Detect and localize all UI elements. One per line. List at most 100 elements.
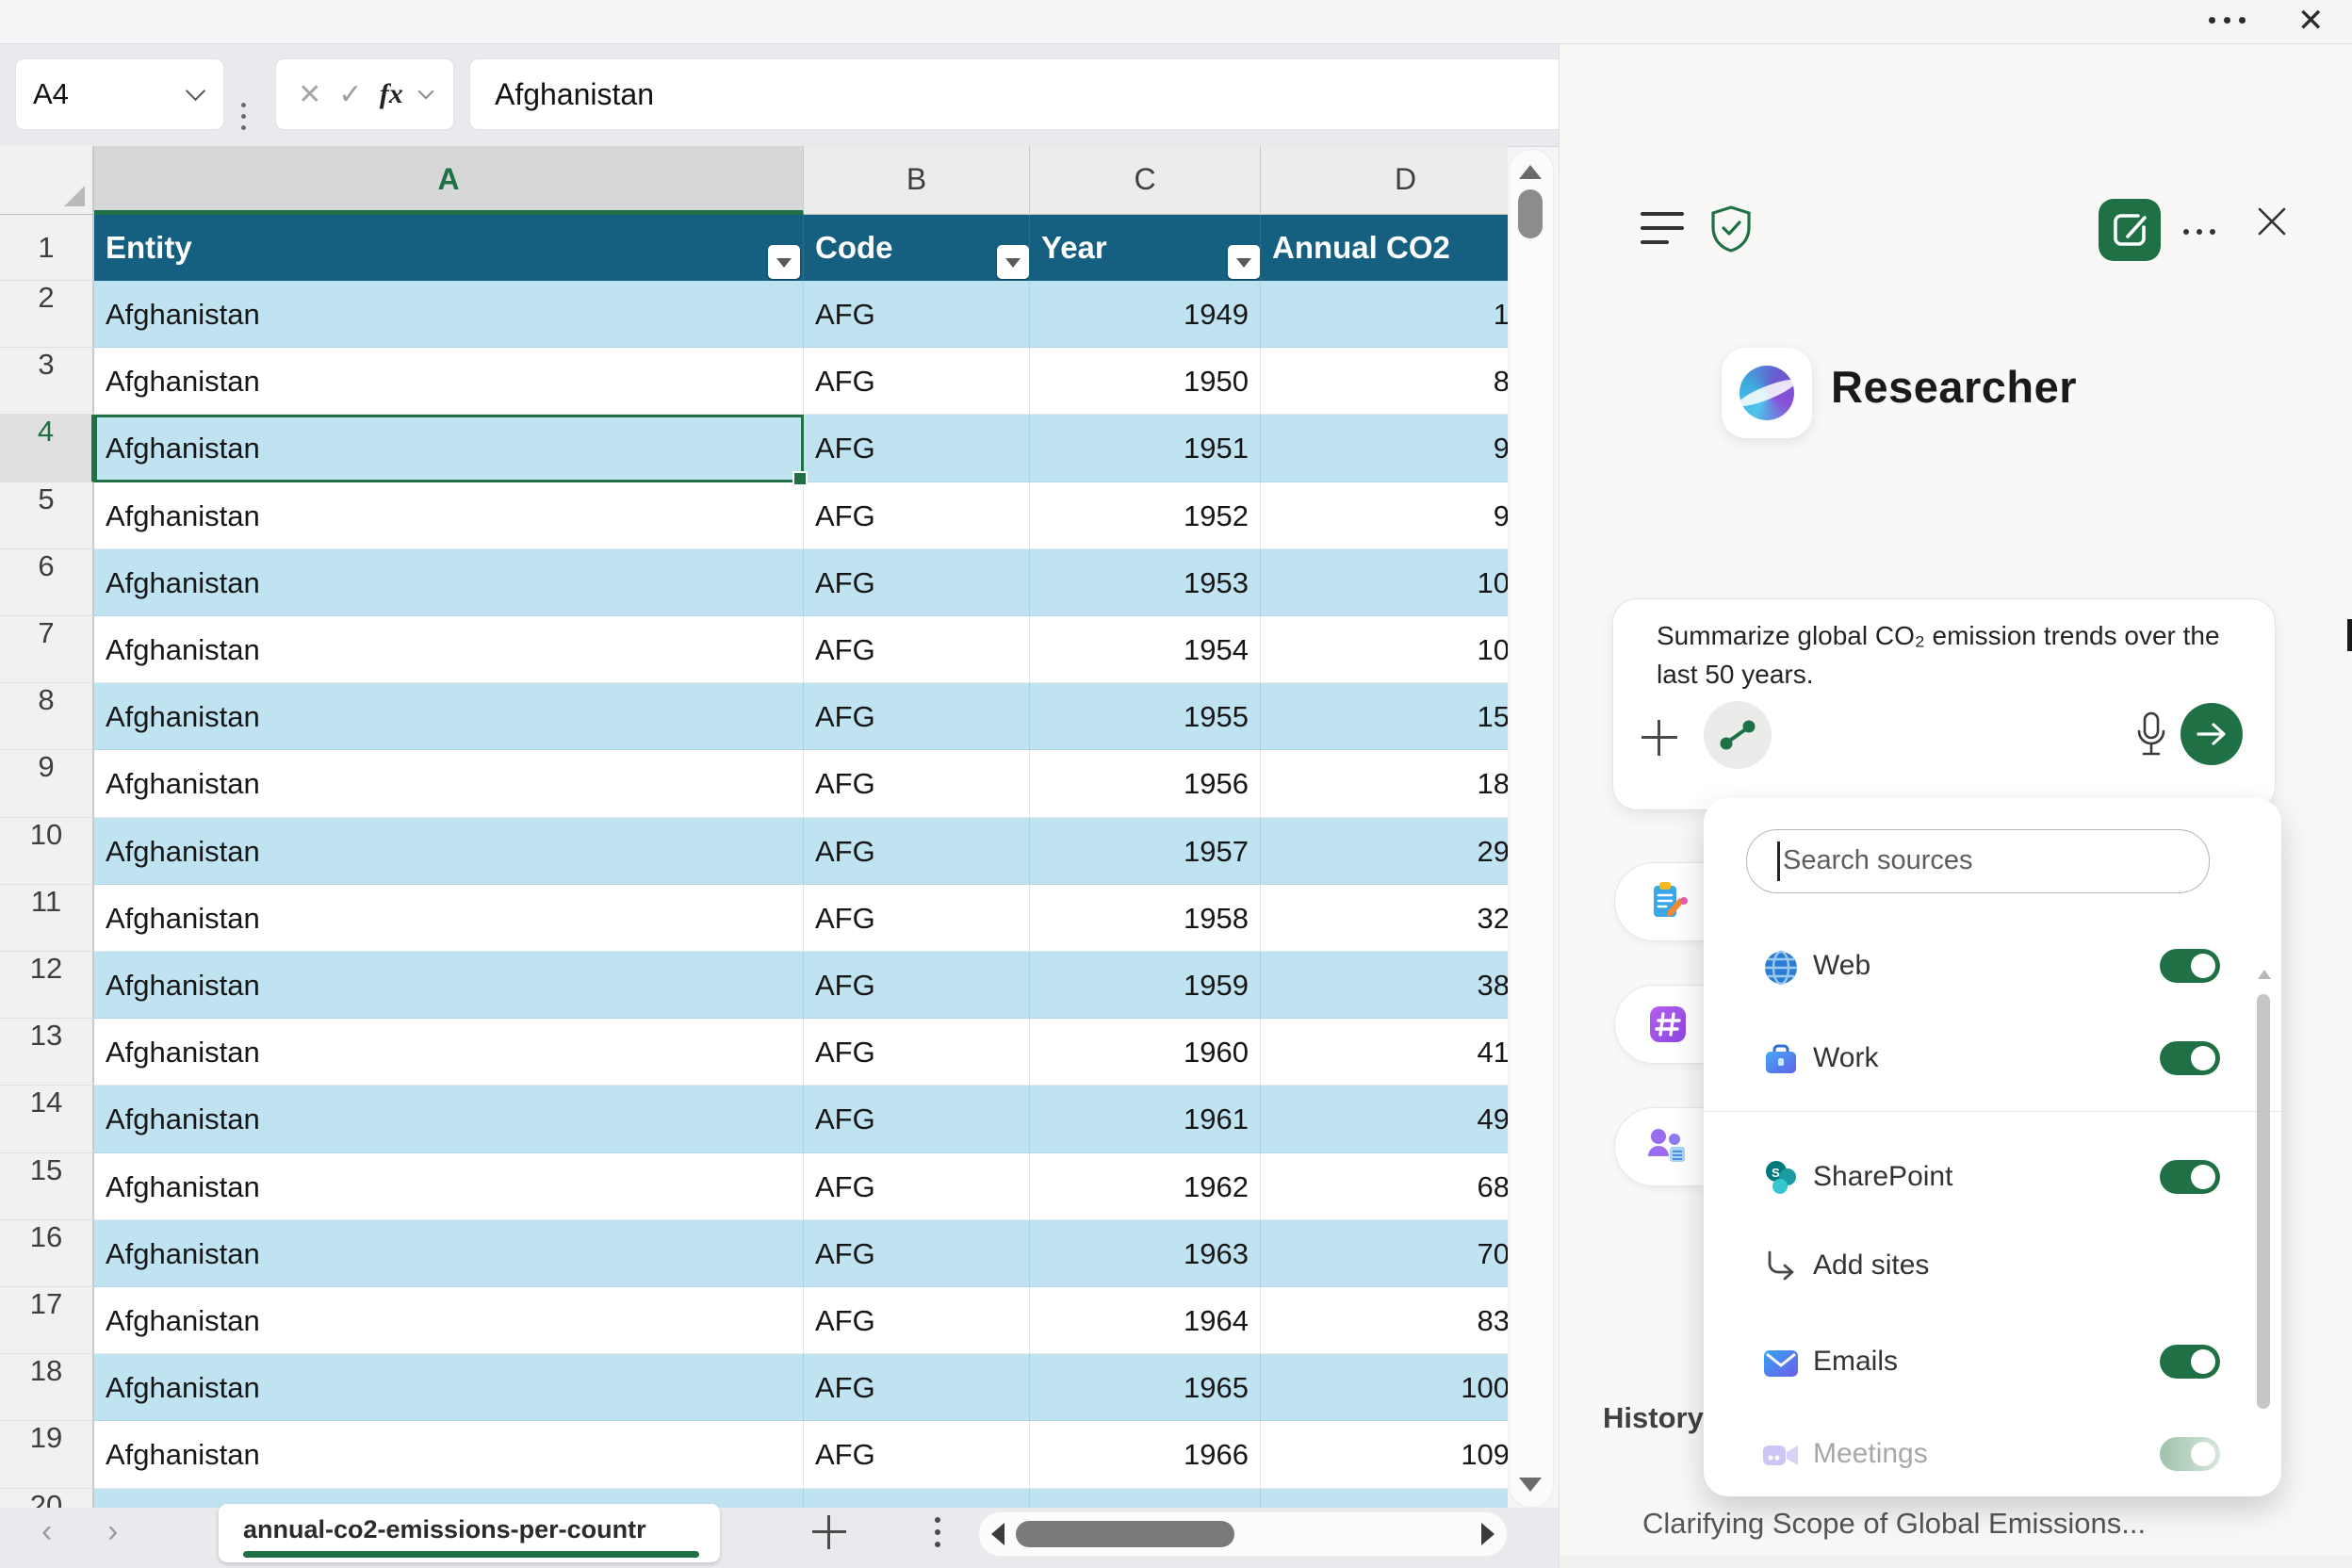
cell-annual-co2[interactable]: 707712: [1261, 1219, 1508, 1287]
column-header-d[interactable]: D: [1261, 146, 1508, 215]
sources-chip[interactable]: [1704, 701, 1772, 769]
header-annual-co2[interactable]: Annual CO2: [1261, 215, 1508, 281]
row-number[interactable]: 1: [0, 215, 94, 281]
cell-annual-co2[interactable]: 14656: [1261, 281, 1508, 349]
filter-icon-entity[interactable]: [768, 245, 800, 279]
cell-code[interactable]: AFG: [804, 548, 1030, 616]
cell-code[interactable]: AFG: [804, 415, 1030, 482]
row-number[interactable]: 12: [0, 952, 94, 1020]
cell-year[interactable]: 1963: [1030, 1219, 1261, 1287]
cell-year[interactable]: 1954: [1030, 616, 1261, 684]
cell-entity[interactable]: Afghanistan: [94, 1287, 804, 1355]
cell-annual-co2[interactable]: 689392: [1261, 1152, 1508, 1220]
edge-scroll-indicator[interactable]: [2347, 619, 2352, 651]
cell-code[interactable]: AFG: [804, 750, 1030, 818]
chevron-down-icon[interactable]: [185, 80, 206, 102]
cell-code[interactable]: AFG: [804, 1219, 1030, 1287]
cell-annual-co2[interactable]: 329520: [1261, 884, 1508, 952]
scrollbar-thumb[interactable]: [1016, 1521, 1234, 1547]
cell-code[interactable]: AFG: [804, 616, 1030, 684]
source-item-sharepoint[interactable]: S SharePoint: [1726, 1143, 2235, 1211]
source-item-meetings[interactable]: Meetings: [1726, 1420, 2235, 1488]
add-sheet-icon[interactable]: [812, 1515, 846, 1549]
cell-annual-co2[interactable]: 183024: [1261, 750, 1508, 818]
row-number[interactable]: 13: [0, 1019, 94, 1086]
microphone-icon[interactable]: [2133, 710, 2169, 762]
cell-annual-co2[interactable]: 292656: [1261, 817, 1508, 885]
insert-function-icon[interactable]: fx: [380, 78, 403, 110]
cell-code[interactable]: AFG: [804, 952, 1030, 1020]
cell-annual-co2[interactable]: 414368: [1261, 1019, 1508, 1086]
cell-entity[interactable]: Afghanistan: [94, 616, 804, 684]
cell-year[interactable]: [1030, 1488, 1261, 1508]
scrollbar-thumb[interactable]: [2257, 994, 2270, 1409]
cell-annual-co2[interactable]: 91600: [1261, 415, 1508, 482]
filter-icon-code[interactable]: [997, 245, 1029, 279]
toggle-switch[interactable]: [2160, 949, 2220, 983]
cell-year[interactable]: 1957: [1030, 817, 1261, 885]
cell-annual-co2[interactable]: 84272: [1261, 348, 1508, 416]
cell-entity[interactable]: Afghanistan: [94, 348, 804, 416]
cell-code[interactable]: AFG: [804, 482, 1030, 549]
cell-annual-co2[interactable]: 106256: [1261, 616, 1508, 684]
cell-annual-co2[interactable]: 381328: [1261, 952, 1508, 1020]
header-code[interactable]: Code: [804, 215, 1030, 281]
enter-icon[interactable]: ✓: [338, 78, 362, 111]
dropdown-scrollbar[interactable]: [2257, 970, 2271, 1437]
row-number[interactable]: 11: [0, 884, 94, 952]
cell-year[interactable]: 1966: [1030, 1421, 1261, 1489]
window-more-icon[interactable]: [2209, 17, 2246, 24]
cell-year[interactable]: 1959: [1030, 952, 1261, 1020]
header-entity[interactable]: Entity: [94, 215, 804, 281]
row-number[interactable]: 14: [0, 1086, 94, 1153]
fill-handle[interactable]: [792, 471, 808, 486]
cell-year[interactable]: 1962: [1030, 1152, 1261, 1220]
column-header-c[interactable]: C: [1030, 146, 1261, 215]
cell-code[interactable]: AFG: [804, 1019, 1030, 1086]
cell-code[interactable]: AFG: [804, 1086, 1030, 1153]
cell-code[interactable]: AFG: [804, 683, 1030, 751]
panel-more-icon[interactable]: [2183, 229, 2215, 235]
sheet-options-kebab-icon[interactable]: [935, 1517, 940, 1547]
cell-code[interactable]: AFG: [804, 1152, 1030, 1220]
cell-entity[interactable]: Afghanistan: [94, 1086, 804, 1153]
cell-entity[interactable]: Afghanistan: [94, 1019, 804, 1086]
cell-annual-co2[interactable]: 1091696: [1261, 1421, 1508, 1489]
source-item-add-sites[interactable]: Add sites: [1726, 1232, 2235, 1299]
cell-year[interactable]: 1956: [1030, 750, 1261, 818]
cancel-icon[interactable]: ✕: [298, 78, 321, 111]
prev-sheet-icon[interactable]: ‹: [41, 1513, 52, 1550]
row-number[interactable]: 18: [0, 1354, 94, 1422]
cell-year[interactable]: 1951: [1030, 415, 1261, 482]
chevron-down-icon[interactable]: [417, 83, 434, 100]
cell-year[interactable]: 1950: [1030, 348, 1261, 416]
toggle-switch[interactable]: [2160, 1041, 2220, 1075]
search-input[interactable]: Search sources: [1746, 829, 2210, 893]
cell-annual-co2[interactable]: 491504: [1261, 1086, 1508, 1153]
source-item-web[interactable]: Web: [1726, 932, 2235, 1000]
cell-entity[interactable]: Afghanistan: [94, 548, 804, 616]
cell-annual-co2[interactable]: 839136: [1261, 1287, 1508, 1355]
cell-code[interactable]: AFG: [804, 1354, 1030, 1422]
toggle-switch[interactable]: [2160, 1160, 2220, 1194]
cell-year[interactable]: 1961: [1030, 1086, 1261, 1153]
cell-code[interactable]: AFG: [804, 1287, 1030, 1355]
select-all-corner[interactable]: [0, 146, 94, 215]
formula-bar-grip-icon[interactable]: [241, 103, 246, 130]
add-attachment-icon[interactable]: [1642, 720, 1677, 756]
cell-entity[interactable]: Afghanistan: [94, 1152, 804, 1220]
cell-year[interactable]: 1964: [1030, 1287, 1261, 1355]
cell-entity[interactable]: Afghanistan: [94, 1354, 804, 1422]
new-chat-icon[interactable]: [2099, 199, 2161, 261]
row-number[interactable]: 6: [0, 548, 94, 616]
row-number[interactable]: 2: [0, 281, 94, 349]
cell-year[interactable]: 1958: [1030, 884, 1261, 952]
scrollbar-thumb[interactable]: [1518, 189, 1543, 238]
shield-check-icon[interactable]: [1708, 204, 1754, 258]
row-number[interactable]: 5: [0, 482, 94, 549]
prompt-card[interactable]: Summarize global CO₂ emission trends ove…: [1612, 598, 2276, 810]
cell-year[interactable]: 1965: [1030, 1354, 1261, 1422]
row-number[interactable]: 19: [0, 1421, 94, 1489]
row-number[interactable]: 4: [0, 415, 94, 482]
cell-year[interactable]: 1952: [1030, 482, 1261, 549]
